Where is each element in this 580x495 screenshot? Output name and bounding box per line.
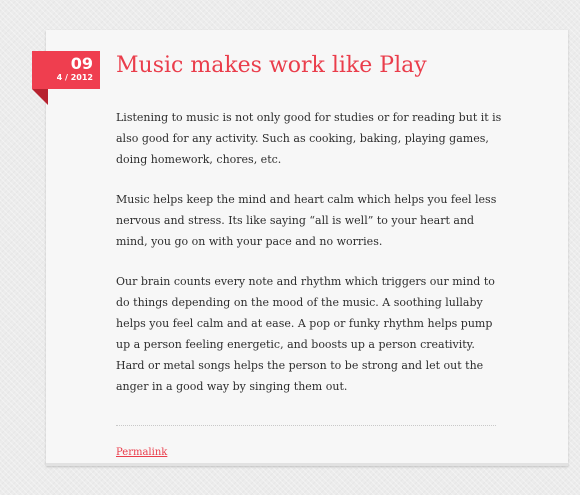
post-paragraph: Our brain counts every note and rhythm w… xyxy=(116,275,495,393)
date-day: 09 xyxy=(70,54,93,73)
post-body: Listening to music is not only good for … xyxy=(116,107,504,416)
post-divider xyxy=(116,425,496,426)
post-paragraph: Listening to music is not only good for … xyxy=(116,111,502,166)
post-paragraph: Music helps keep the mind and heart calm… xyxy=(116,193,497,248)
date-month-year: 4 / 2012 xyxy=(56,73,93,82)
post-title: Music makes work like Play xyxy=(116,53,427,78)
date-badge: 09 4 / 2012 xyxy=(32,51,100,89)
permalink-link[interactable]: Permalink xyxy=(116,446,167,460)
date-badge-fold xyxy=(32,89,48,105)
